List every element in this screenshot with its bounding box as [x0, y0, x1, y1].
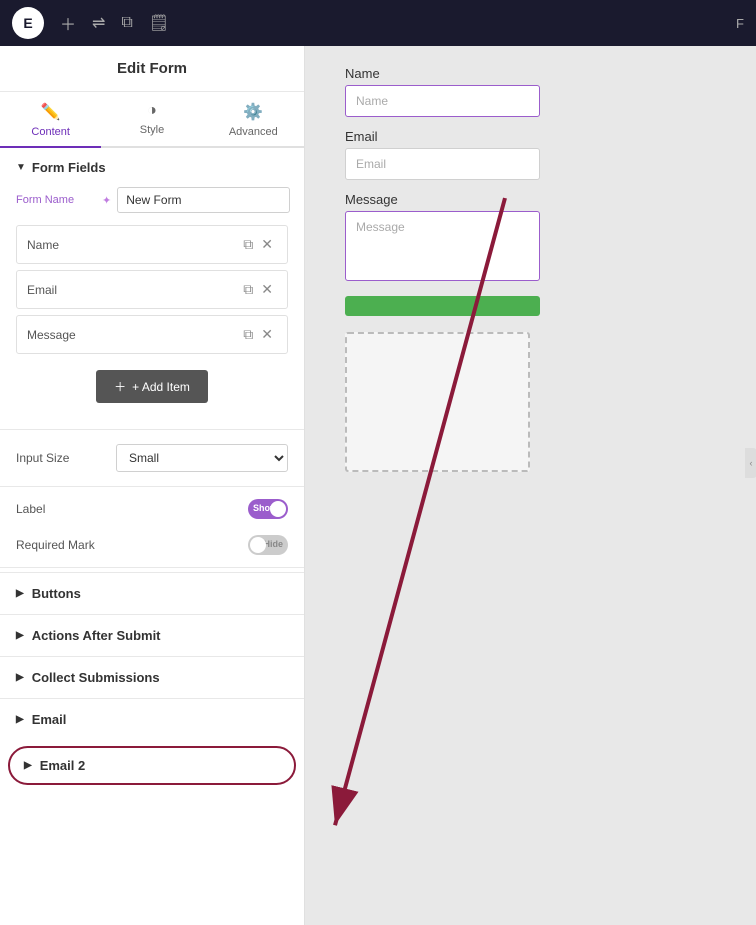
form-item-email-delete[interactable]: ✕ [257, 279, 277, 300]
add-item-label: + Add Item [132, 380, 190, 394]
collect-arrow: ▶ [16, 672, 24, 683]
buttons-section[interactable]: ▶ Buttons [0, 572, 304, 614]
panel-title: Edit Form [0, 46, 304, 92]
style-tab-icon: ◑ [147, 102, 157, 120]
label-toggle-text: Show [253, 503, 277, 513]
add-item-button[interactable]: ＋ + Add Item [96, 370, 208, 403]
email2-label: Email 2 [40, 758, 86, 773]
label-toggle[interactable]: Show [248, 499, 288, 519]
form-fields-section: Form Name ✦ Name ⧉ ✕ Email ⧉ ✕ [0, 187, 304, 425]
add-icon[interactable]: ＋ [60, 11, 76, 35]
buttons-label: Buttons [32, 586, 81, 601]
required-mark-toggle[interactable]: Hide [248, 535, 288, 555]
preview-message-textarea: Message [345, 211, 540, 281]
required-mark-switch[interactable]: Hide [248, 535, 288, 555]
advanced-tab-icon: ⚙️ [243, 102, 263, 122]
tab-content[interactable]: ✏️ Content [0, 92, 101, 148]
actions-arrow: ▶ [16, 630, 24, 641]
preview-name-label: Name [345, 66, 756, 81]
tab-advanced-label: Advanced [229, 126, 278, 138]
topbar-right-label: F [736, 16, 744, 31]
buttons-arrow: ▶ [16, 588, 24, 599]
layers-icon[interactable]: ⧉ [121, 14, 132, 32]
label-toggle-switch[interactable]: Show [248, 499, 288, 519]
collect-submissions-section[interactable]: ▶ Collect Submissions [0, 656, 304, 698]
left-panel: Edit Form ✏️ Content ◑ Style ⚙️ Advanced… [0, 46, 305, 925]
input-size-select[interactable]: Small Medium Large [116, 444, 288, 472]
topbar: E ＋ ⇌ ⧉ 🗒 F [0, 0, 756, 46]
right-canvas: Name Name Email Email Message Message [305, 46, 756, 925]
form-item-message-label: Message [27, 328, 239, 342]
form-items-list: Name ⧉ ✕ Email ⧉ ✕ Message ⧉ ✕ [16, 225, 288, 354]
divider-2 [0, 486, 304, 487]
preview-message-label: Message [345, 192, 756, 207]
preview-email-label: Email [345, 129, 756, 144]
form-item-name-copy[interactable]: ⧉ [239, 234, 257, 255]
form-item-email-label: Email [27, 283, 239, 297]
input-size-row: Input Size Small Medium Large [0, 434, 304, 482]
add-item-plus: ＋ [114, 378, 126, 395]
email2-arrow: ▶ [24, 760, 32, 771]
form-item-name: Name ⧉ ✕ [16, 225, 288, 264]
dashed-placeholder [345, 332, 530, 472]
divider-1 [0, 429, 304, 430]
logo-letter: E [23, 15, 32, 31]
form-item-message: Message ⧉ ✕ [16, 315, 288, 354]
email2-section[interactable]: ▶ Email 2 [8, 746, 296, 785]
form-item-name-delete[interactable]: ✕ [257, 234, 277, 255]
form-preview: Name Name Email Email Message Message [345, 66, 756, 472]
main-layout: Edit Form ✏️ Content ◑ Style ⚙️ Advanced… [0, 46, 756, 925]
form-item-message-delete[interactable]: ✕ [257, 324, 277, 345]
actions-label: Actions After Submit [32, 628, 161, 643]
preview-message-field: Message Message [345, 192, 756, 281]
email-section[interactable]: ▶ Email [0, 698, 304, 740]
collect-label: Collect Submissions [32, 670, 160, 685]
form-item-email: Email ⧉ ✕ [16, 270, 288, 309]
email-label: Email [32, 712, 67, 727]
panel-content: ▼ Form Fields Form Name ✦ Name ⧉ ✕ [0, 148, 304, 925]
form-name-input[interactable] [117, 187, 290, 213]
tab-style-label: Style [140, 124, 164, 136]
settings-icon[interactable]: ⇌ [92, 13, 105, 33]
form-fields-header[interactable]: ▼ Form Fields [0, 148, 304, 187]
notes-icon[interactable]: 🗒 [149, 13, 169, 33]
preview-name-field: Name Name [345, 66, 756, 117]
label-toggle-row: Label Show [0, 491, 304, 527]
tab-advanced[interactable]: ⚙️ Advanced [203, 92, 304, 148]
required-mark-text: Hide [263, 539, 283, 549]
preview-email-field: Email Email [345, 129, 756, 180]
form-fields-label: Form Fields [32, 160, 106, 175]
form-name-label: Form Name [16, 194, 96, 206]
preview-name-input: Name [345, 85, 540, 117]
preview-email-input: Email [345, 148, 540, 180]
form-item-message-copy[interactable]: ⧉ [239, 324, 257, 345]
divider-3 [0, 567, 304, 568]
elementor-logo[interactable]: E [12, 7, 44, 39]
preview-submit-button[interactable] [345, 296, 540, 316]
content-tab-icon: ✏️ [41, 102, 61, 122]
form-item-email-copy[interactable]: ⧉ [239, 279, 257, 300]
label-toggle-label: Label [16, 502, 238, 516]
tab-content-label: Content [31, 126, 70, 138]
tab-style[interactable]: ◑ Style [101, 92, 202, 148]
tabs: ✏️ Content ◑ Style ⚙️ Advanced [0, 92, 304, 148]
form-fields-arrow: ▼ [16, 162, 26, 173]
email-arrow: ▶ [16, 714, 24, 725]
form-item-name-label: Name [27, 238, 239, 252]
form-name-row: Form Name ✦ [16, 187, 288, 213]
actions-after-submit-section[interactable]: ▶ Actions After Submit [0, 614, 304, 656]
required-mark-label: Required Mark [16, 538, 238, 552]
form-name-icon: ✦ [102, 194, 111, 207]
input-size-label: Input Size [16, 451, 106, 465]
required-mark-row: Required Mark Hide [0, 527, 304, 563]
